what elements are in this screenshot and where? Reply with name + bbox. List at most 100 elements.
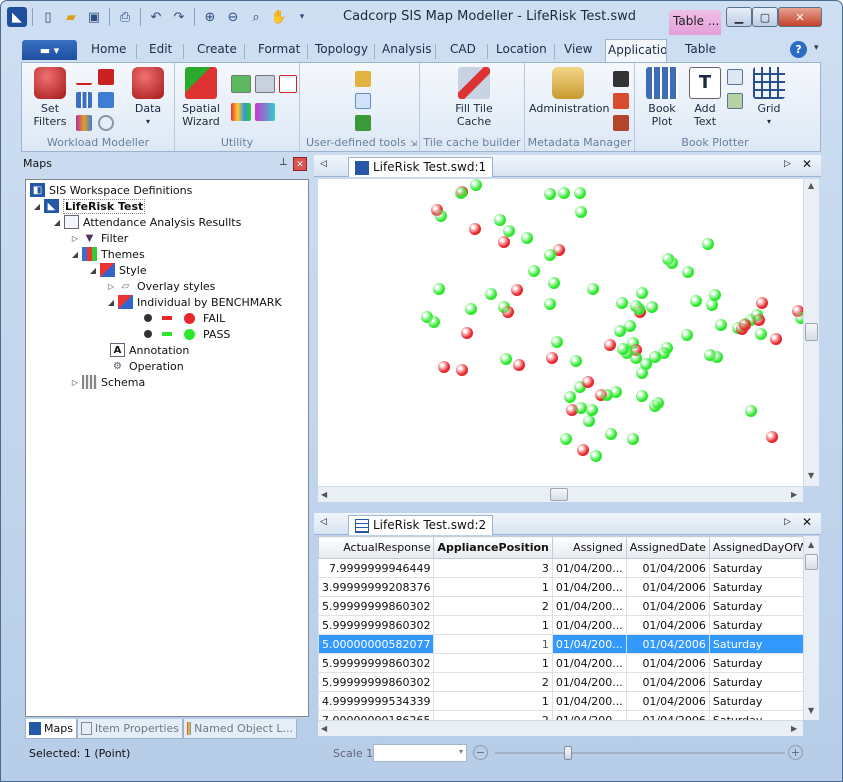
table-cell[interactable]: 7.9999999946449 <box>318 558 435 578</box>
map-point[interactable] <box>756 297 768 309</box>
map-point[interactable] <box>570 355 582 367</box>
table-cell[interactable]: 01/04/2006 <box>625 634 710 654</box>
map-point[interactable] <box>558 187 570 199</box>
map-point[interactable] <box>469 223 481 235</box>
map-point[interactable] <box>770 333 782 345</box>
table-row[interactable]: 3.99999999208376 1 01/04/200... 01/04/2006 S… <box>318 577 803 597</box>
map-point[interactable] <box>544 249 556 261</box>
table-cell[interactable]: Saturday <box>708 558 803 578</box>
map-point[interactable] <box>711 351 723 363</box>
tree-item-style[interactable]: ◢ Style <box>88 262 147 278</box>
tree-item-themes[interactable]: ◢ Themes <box>70 246 145 262</box>
scroll-thumb[interactable] <box>550 488 568 501</box>
scroll-right-icon[interactable]: ▶ <box>791 724 797 733</box>
set-filters-button[interactable]: Set Filters <box>28 67 72 128</box>
table-cell[interactable]: 1 <box>433 691 553 711</box>
map-vertical-scrollbar[interactable]: ▲ ▼ <box>803 179 819 486</box>
map-point[interactable] <box>753 314 765 326</box>
map-point[interactable] <box>513 359 525 371</box>
print-icon[interactable]: ⎙ <box>115 7 135 27</box>
tab-scroll-right-icon[interactable]: ▷ <box>784 517 791 527</box>
map-point[interactable] <box>461 327 473 339</box>
table-cell[interactable]: 01/04/2006 <box>625 672 710 692</box>
table-cell[interactable]: 5.99999999860302 <box>318 596 435 616</box>
table-cell[interactable]: 01/04/200... <box>551 634 627 654</box>
table-cell[interactable]: Saturday <box>708 653 803 673</box>
close-button[interactable]: ✕ <box>778 7 822 27</box>
map-page-icon[interactable] <box>727 93 743 109</box>
fill-tile-cache-button[interactable]: Fill Tile Cache <box>442 67 506 128</box>
table-cell[interactable]: 3 <box>433 558 553 578</box>
table-cell[interactable]: 01/04/200... <box>551 710 627 720</box>
map-point[interactable] <box>435 210 447 222</box>
map-point[interactable] <box>614 325 626 337</box>
map-point[interactable] <box>546 352 558 364</box>
map-point[interactable] <box>646 301 658 313</box>
tab-scroll-right-icon[interactable]: ▷ <box>784 159 791 169</box>
map-point[interactable] <box>582 376 594 388</box>
map-point[interactable] <box>544 188 556 200</box>
table-cell[interactable]: Saturday <box>708 691 803 711</box>
table-cell[interactable]: 01/04/2006 <box>625 558 710 578</box>
table-document-tab[interactable]: LifeRisk Test.swd:2 <box>348 515 494 535</box>
tab-maps[interactable]: Maps <box>25 719 77 739</box>
table-cell[interactable]: 3.99999999208376 <box>318 577 435 597</box>
scroll-down-icon[interactable]: ▼ <box>808 471 814 480</box>
map-document-tab[interactable]: LifeRisk Test.swd:1 <box>348 157 494 177</box>
scroll-thumb[interactable] <box>805 323 818 341</box>
map-point[interactable] <box>755 328 767 340</box>
tree-item-pass[interactable]: PASS <box>144 326 230 342</box>
map-point[interactable] <box>587 283 599 295</box>
table-cell[interactable]: 01/04/2006 <box>625 577 710 597</box>
map-point[interactable] <box>681 329 693 341</box>
table-cell[interactable]: 2 <box>433 596 553 616</box>
scroll-right-icon[interactable]: ▶ <box>791 490 797 499</box>
table-row[interactable]: 5.99999999860302 2 01/04/200... 01/04/2006 S… <box>318 672 803 692</box>
tree-item-annotation[interactable]: A Annotation <box>98 342 189 358</box>
map-point[interactable] <box>574 187 586 199</box>
pan-hand-icon[interactable]: ✋ <box>269 7 289 27</box>
zoom-page-icon[interactable] <box>727 69 743 85</box>
map-point[interactable] <box>633 303 645 315</box>
tab-analysis[interactable]: Analysis <box>382 42 431 56</box>
table-cell[interactable]: 1 <box>433 615 553 635</box>
table-cell[interactable]: 2 <box>433 672 553 692</box>
expanded-icon[interactable]: ◢ <box>52 218 62 227</box>
table-cell[interactable]: 01/04/2006 <box>625 710 710 720</box>
expanded-icon[interactable]: ◢ <box>88 266 98 275</box>
table-cell[interactable]: Saturday <box>708 672 803 692</box>
zoom-out-icon[interactable]: ⊖ <box>223 7 243 27</box>
column-header-assigneddate[interactable]: AssignedDate <box>625 536 710 559</box>
expanded-icon[interactable]: ◢ <box>32 202 42 211</box>
run-arrow-icon[interactable] <box>355 115 371 131</box>
tab-view[interactable]: View <box>564 42 592 56</box>
zoom-slider-thumb[interactable] <box>564 746 572 760</box>
color-gear-icon[interactable] <box>255 103 275 121</box>
table-cell[interactable]: 2 <box>433 710 553 720</box>
map-point[interactable] <box>511 284 523 296</box>
map-point[interactable] <box>617 343 629 355</box>
table-cell[interactable]: 5.99999999860302 <box>318 653 435 673</box>
map-point[interactable] <box>548 277 560 289</box>
table-horizontal-scrollbar[interactable]: ◀ ▶ <box>318 720 803 736</box>
column-header-actualresponse[interactable]: ActualResponse <box>318 536 435 559</box>
add-text-button[interactable]: T Add Text <box>687 67 723 128</box>
map-point[interactable] <box>498 236 510 248</box>
maximize-button[interactable]: ▢ <box>752 7 778 27</box>
expanded-icon[interactable]: ◢ <box>106 298 116 307</box>
zoom-out-slider-icon[interactable]: − <box>473 745 488 760</box>
table-cell[interactable]: 5.99999999860302 <box>318 672 435 692</box>
scroll-thumb[interactable] <box>805 554 818 570</box>
pane-close-button[interactable]: ✕ <box>293 157 307 171</box>
table-cell[interactable]: 01/04/200... <box>551 596 627 616</box>
tree-item-schema[interactable]: ▷ Schema <box>70 374 145 390</box>
document-icon[interactable] <box>98 92 114 108</box>
table-cell[interactable]: 5.99999999860302 <box>318 615 435 635</box>
pin-icon[interactable]: ⊥ <box>279 157 288 168</box>
map-point[interactable] <box>502 306 514 318</box>
map-point[interactable] <box>636 287 648 299</box>
scroll-left-icon[interactable]: ◀ <box>321 724 327 733</box>
save-icon[interactable]: ▣ <box>84 7 104 27</box>
map-point[interactable] <box>739 319 751 331</box>
map-point[interactable] <box>610 386 622 398</box>
